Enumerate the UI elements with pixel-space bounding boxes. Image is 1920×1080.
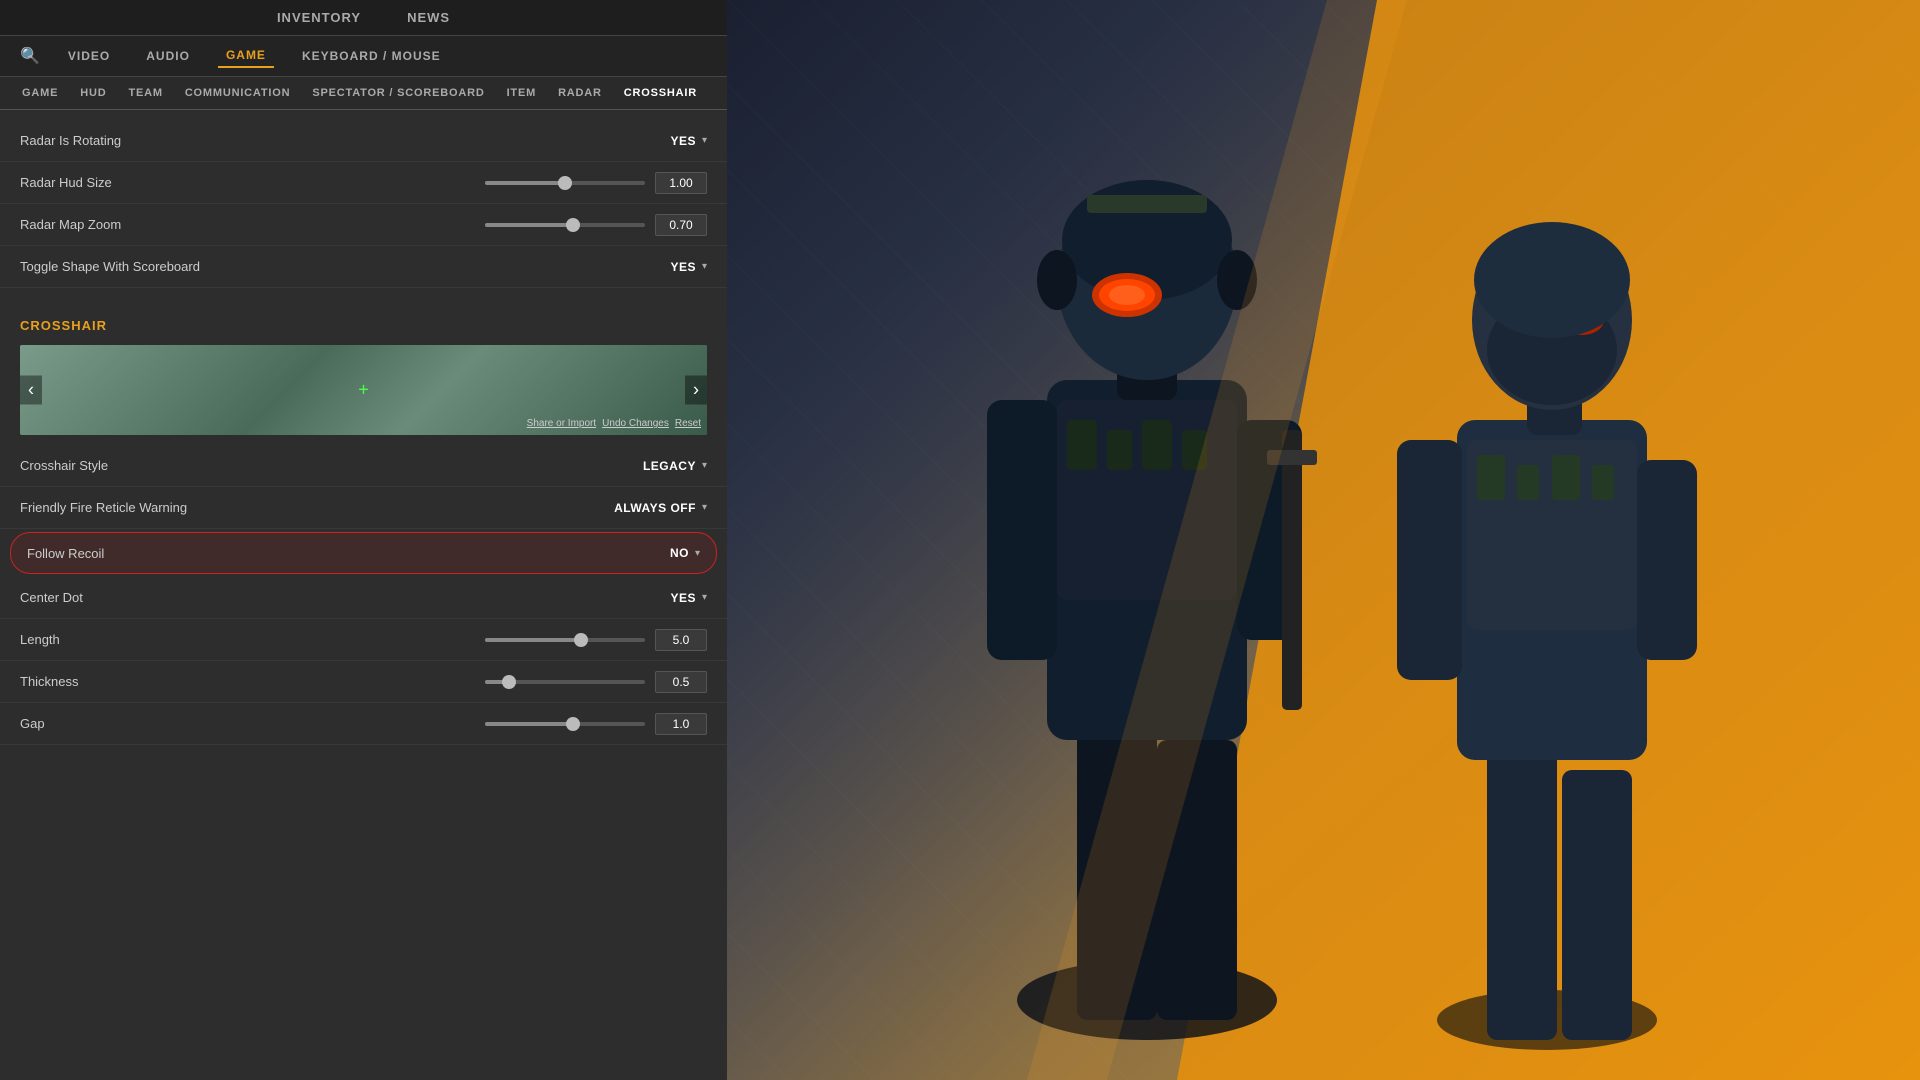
slider-thumb-radar-map-zoom[interactable] — [566, 218, 580, 232]
setting-value-follow-recoil[interactable]: NO ▾ — [670, 546, 700, 560]
tab-keyboard-mouse[interactable]: KEYBOARD / MOUSE — [294, 45, 449, 67]
chevron-down-icon: ▾ — [695, 548, 700, 559]
settings-panel: INVENTORY NEWS 🔍 VIDEO AUDIO GAME KEYBOA… — [0, 0, 727, 1080]
search-icon[interactable]: 🔍 — [20, 46, 40, 66]
setting-center-dot: Center Dot YES ▾ — [0, 577, 727, 619]
slider-track-radar-map-zoom[interactable] — [485, 223, 645, 227]
slider-thumb-gap[interactable] — [566, 717, 580, 731]
slider-input-thickness[interactable]: 0.5 — [655, 671, 707, 693]
subtab-game[interactable]: GAME — [16, 83, 64, 103]
hero-background — [727, 0, 1920, 1080]
setting-value-radar-rotating[interactable]: YES ▾ — [670, 134, 707, 148]
setting-radar-map-zoom: Radar Map Zoom 0.70 — [0, 204, 727, 246]
setting-label-thickness: Thickness — [20, 674, 485, 689]
slider-track-radar-hud-size[interactable] — [485, 181, 645, 185]
crosshair-section-header: Crosshair — [0, 304, 727, 341]
setting-crosshair-style: Crosshair Style LEGACY ▾ — [0, 445, 727, 487]
setting-length: Length 5.0 — [0, 619, 727, 661]
crosshair-preview: ‹ + › Share or Import Undo Changes Reset — [20, 345, 707, 435]
setting-label-length: Length — [20, 632, 485, 647]
setting-label-radar-map-zoom: Radar Map Zoom — [20, 217, 485, 232]
slider-thumb-length[interactable] — [574, 633, 588, 647]
slider-track-length[interactable] — [485, 638, 645, 642]
slider-input-radar-map-zoom[interactable]: 0.70 — [655, 214, 707, 236]
tab-video[interactable]: VIDEO — [60, 45, 118, 67]
setting-label-gap: Gap — [20, 716, 485, 731]
subtab-crosshair[interactable]: CROSSHAIR — [618, 83, 703, 103]
slider-input-radar-hud-size[interactable]: 1.00 — [655, 172, 707, 194]
chevron-down-icon: ▾ — [702, 592, 707, 603]
chevron-down-icon: ▾ — [702, 135, 707, 146]
crosshair-actions-bar: Share or Import Undo Changes Reset — [527, 418, 701, 429]
dropdown-value-toggle-shape: YES — [670, 260, 696, 274]
slider-input-gap[interactable]: 1.0 — [655, 713, 707, 735]
setting-label-toggle-shape: Toggle Shape With Scoreboard — [20, 259, 670, 274]
tab-game[interactable]: GAME — [218, 44, 274, 68]
slider-radar-hud-size[interactable]: 1.00 — [485, 172, 707, 194]
slider-thumb-thickness[interactable] — [502, 675, 516, 689]
slider-thumb-radar-hud-size[interactable] — [558, 176, 572, 190]
chevron-down-icon: ▾ — [702, 460, 707, 471]
slider-fill-length — [485, 638, 581, 642]
share-import-button[interactable]: Share or Import — [527, 418, 596, 429]
slider-input-length[interactable]: 5.0 — [655, 629, 707, 651]
subtab-item[interactable]: ITEM — [501, 83, 542, 103]
settings-content: Radar Is Rotating YES ▾ Radar Hud Size 1… — [0, 110, 727, 1080]
setting-value-toggle-shape[interactable]: YES ▾ — [670, 260, 707, 274]
slider-fill-gap — [485, 722, 573, 726]
setting-thickness: Thickness 0.5 — [0, 661, 727, 703]
dropdown-value-crosshair-style: LEGACY — [643, 459, 696, 473]
slider-gap[interactable]: 1.0 — [485, 713, 707, 735]
setting-label-radar-rotating: Radar Is Rotating — [20, 133, 670, 148]
chevron-down-icon: ▾ — [702, 261, 707, 272]
slider-thickness[interactable]: 0.5 — [485, 671, 707, 693]
setting-follow-recoil: Follow Recoil NO ▾ — [10, 532, 717, 574]
crosshair-symbol: + — [358, 380, 369, 401]
setting-value-friendly-fire[interactable]: ALWAYS OFF ▾ — [614, 501, 707, 515]
setting-label-crosshair-style: Crosshair Style — [20, 458, 643, 473]
setting-value-center-dot[interactable]: YES ▾ — [670, 591, 707, 605]
slider-fill-radar-map-zoom — [485, 223, 573, 227]
dropdown-value-follow-recoil: NO — [670, 546, 689, 560]
setting-label-follow-recoil: Follow Recoil — [27, 546, 670, 561]
dropdown-value-friendly-fire: ALWAYS OFF — [614, 501, 696, 515]
setting-toggle-shape: Toggle Shape With Scoreboard YES ▾ — [0, 246, 727, 288]
crosshair-nav-left-button[interactable]: ‹ — [20, 376, 42, 405]
setting-value-crosshair-style[interactable]: LEGACY ▾ — [643, 459, 707, 473]
slider-length[interactable]: 5.0 — [485, 629, 707, 651]
slider-track-thickness[interactable] — [485, 680, 645, 684]
undo-changes-button[interactable]: Undo Changes — [602, 418, 669, 429]
subtab-hud[interactable]: HUD — [74, 83, 112, 103]
slider-fill-radar-hud-size — [485, 181, 565, 185]
setting-label-center-dot: Center Dot — [20, 590, 670, 605]
slider-radar-map-zoom[interactable]: 0.70 — [485, 214, 707, 236]
top-nav: INVENTORY NEWS — [0, 0, 727, 36]
crosshair-preview-background: ‹ + › Share or Import Undo Changes Reset — [20, 345, 707, 435]
tab-audio[interactable]: AUDIO — [138, 45, 198, 67]
nav-item-inventory[interactable]: INVENTORY — [269, 6, 369, 29]
dropdown-value-radar-rotating: YES — [670, 134, 696, 148]
settings-tabs-bar: 🔍 VIDEO AUDIO GAME KEYBOARD / MOUSE — [0, 36, 727, 77]
subtab-communication[interactable]: COMMUNICATION — [179, 83, 297, 103]
setting-radar-is-rotating: Radar Is Rotating YES ▾ — [0, 120, 727, 162]
subtab-spectator-scoreboard[interactable]: SPECTATOR / SCOREBOARD — [306, 83, 490, 103]
crosshair-nav-right-button[interactable]: › — [685, 376, 707, 405]
subtab-radar[interactable]: RADAR — [552, 83, 608, 103]
chevron-down-icon: ▾ — [702, 502, 707, 513]
reset-button[interactable]: Reset — [675, 418, 701, 429]
setting-gap: Gap 1.0 — [0, 703, 727, 745]
subtab-team[interactable]: TEAM — [122, 83, 168, 103]
setting-friendly-fire-warning: Friendly Fire Reticle Warning ALWAYS OFF… — [0, 487, 727, 529]
nav-item-news[interactable]: NEWS — [399, 6, 458, 29]
hero-panel — [727, 0, 1920, 1080]
setting-radar-hud-size: Radar Hud Size 1.00 — [0, 162, 727, 204]
setting-label-radar-hud-size: Radar Hud Size — [20, 175, 485, 190]
dropdown-value-center-dot: YES — [670, 591, 696, 605]
sub-tabs-bar: GAME HUD TEAM COMMUNICATION SPECTATOR / … — [0, 77, 727, 110]
slider-track-gap[interactable] — [485, 722, 645, 726]
setting-label-friendly-fire: Friendly Fire Reticle Warning — [20, 500, 614, 515]
